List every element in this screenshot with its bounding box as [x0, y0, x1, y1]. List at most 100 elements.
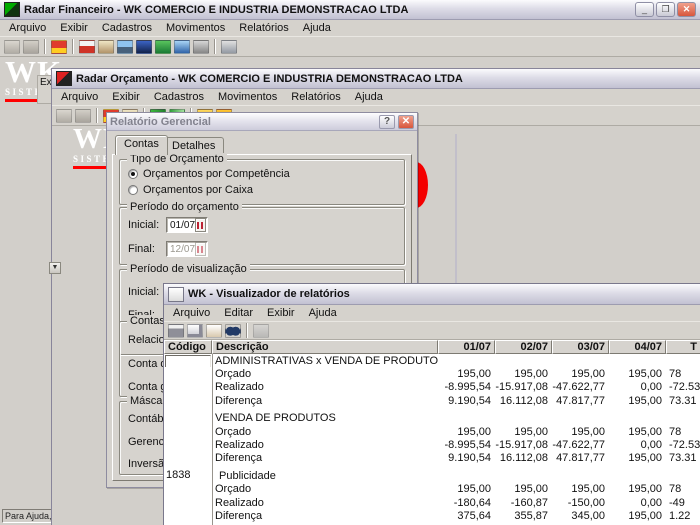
menu-ajuda[interactable]: Ajuda [296, 21, 338, 35]
table-row[interactable]: VENDA DE PRODUTOS [164, 412, 700, 425]
export-icon[interactable] [206, 324, 222, 338]
header-0207[interactable]: 02/07 [495, 340, 552, 354]
table-row[interactable]: Realizado-8.995,54-15.917,08-47.622,770,… [164, 381, 700, 394]
table-row[interactable]: Realizado-8.995,54-15.917,08-47.622,770,… [164, 438, 700, 451]
menu-cadastros[interactable]: Cadastros [147, 90, 211, 104]
table-row[interactable]: Realizado-180,64-160,87-150,000,00-49 [164, 496, 700, 509]
open-folder-icon[interactable] [56, 109, 72, 123]
logo-red-bar [73, 166, 109, 169]
value-cell: 195,00 [552, 368, 609, 380]
code-input-box[interactable] [165, 355, 211, 367]
close-button[interactable]: ✕ [677, 2, 696, 17]
restore-button[interactable]: ❐ [656, 2, 675, 17]
menu-ajuda[interactable]: Ajuda [302, 306, 344, 320]
description-cell: Realizado [212, 439, 438, 451]
value-cell: 195,00 [495, 483, 552, 495]
menu-relatrios[interactable]: Relatórios [232, 21, 296, 35]
database-icon[interactable] [193, 40, 209, 54]
menu-movimentos[interactable]: Movimentos [211, 90, 284, 104]
table-row[interactable]: Diferença9.190,5416.112,0847.817,77195,0… [164, 394, 700, 407]
radio-competencia[interactable]: Orçamentos por Competência [128, 168, 290, 180]
inicial-date-field[interactable]: 01/07 [166, 217, 208, 233]
calculator-icon[interactable] [221, 40, 237, 54]
preview-icon[interactable] [187, 324, 203, 338]
truck-icon[interactable] [51, 40, 67, 54]
group-periodo-orcamento: Período do orçamento Inicial: 01/07 Fina… [119, 207, 405, 265]
header-codigo[interactable]: Código [164, 340, 212, 354]
titlebar-radar-orcamento: Radar Orçamento - WK COMERCIO E INDUSTRI… [52, 69, 700, 89]
menu-cadastros[interactable]: Cadastros [95, 21, 159, 35]
description-cell: ADMINISTRATIVAS x VENDA DE PRODUTOS [212, 355, 438, 367]
radio-button-icon[interactable] [128, 185, 138, 195]
chart-icon[interactable] [253, 324, 269, 338]
menu-editar[interactable]: Editar [217, 306, 260, 320]
group-tipo-orcamento: Tipo de Orçamento Orçamentos por Competê… [119, 159, 405, 205]
clipboard-icon[interactable] [98, 40, 114, 54]
pen-icon[interactable] [174, 40, 190, 54]
disk-icon[interactable] [136, 40, 152, 54]
fragment-label: Ex [38, 77, 52, 88]
radio-label: Orçamentos por Caixa [143, 184, 253, 196]
value-cell: 9.190,54 [438, 452, 495, 464]
radio-button-icon[interactable] [128, 169, 138, 179]
code-cell [164, 452, 212, 465]
value-cell: 195,00 [495, 426, 552, 438]
code-cell [164, 354, 212, 367]
help-button[interactable]: ? [379, 115, 395, 129]
code-cell [164, 381, 212, 394]
table-row[interactable]: Orçado195,00195,00195,00195,0078 [164, 367, 700, 380]
description-cell: Orçado [212, 368, 438, 380]
computer-icon[interactable] [117, 40, 133, 54]
value-cell: 47.817,77 [552, 395, 609, 407]
value-cell: 195,00 [609, 426, 666, 438]
dialog-close-button[interactable]: ✕ [398, 115, 414, 129]
column-separator [212, 354, 213, 525]
table-row[interactable]: Diferença375,64355,87345,00195,001.22 [164, 509, 700, 522]
radio-caixa[interactable]: Orçamentos por Caixa [128, 184, 253, 196]
header-descricao[interactable]: Descrição [212, 340, 438, 354]
window-title: Radar Financeiro - WK COMERCIO E INDUSTR… [24, 4, 631, 16]
menu-arquivo[interactable]: Arquivo [54, 90, 105, 104]
table-row[interactable]: Diferença9.190,5416.112,0847.817,77195,0… [164, 452, 700, 465]
table-row[interactable]: Orçado195,00195,00195,00195,0078 [164, 483, 700, 496]
menu-ajuda[interactable]: Ajuda [348, 90, 390, 104]
search-icon[interactable] [225, 324, 241, 338]
header-0107[interactable]: 01/07 [438, 340, 495, 354]
open-folder-icon[interactable] [4, 40, 20, 54]
menu-movimentos[interactable]: Movimentos [159, 21, 232, 35]
toolbar-separator [96, 108, 98, 123]
menu-arquivo[interactable]: Arquivo [166, 306, 217, 320]
value-cell: 0,00 [609, 381, 666, 393]
calendar-icon[interactable] [195, 218, 206, 232]
menu-relatrios[interactable]: Relatórios [284, 90, 348, 104]
minimize-button[interactable]: _ [635, 2, 654, 17]
value-cell: -47.622,77 [552, 439, 609, 451]
dropdown-arrow-fragment[interactable]: ▼ [49, 262, 61, 274]
value-cell: 355,87 [495, 510, 552, 522]
folder-icon[interactable] [23, 40, 39, 54]
code-cell [164, 483, 212, 496]
value-cell: 195,00 [609, 510, 666, 522]
menu-exibir[interactable]: Exibir [53, 21, 95, 35]
tab-contas[interactable]: Contas [115, 135, 168, 155]
value-cell: -8.995,54 [438, 381, 495, 393]
table-row[interactable]: 1838Publicidade [164, 469, 700, 482]
folder-icon[interactable] [75, 109, 91, 123]
print-icon[interactable] [168, 324, 184, 338]
inicial-label: Inicial: [128, 219, 158, 231]
table-row[interactable]: Orçado195,00195,00195,00195,0078 [164, 425, 700, 438]
value-cell: 78 [666, 426, 700, 438]
table-row[interactable]: ADMINISTRATIVAS x VENDA DE PRODUTOS [164, 354, 700, 367]
menu-exibir[interactable]: Exibir [260, 306, 302, 320]
titlebar-radar-financeiro: Radar Financeiro - WK COMERCIO E INDUSTR… [0, 0, 700, 20]
header-total[interactable]: T [666, 340, 700, 354]
header-0307[interactable]: 03/07 [552, 340, 609, 354]
safe-icon[interactable] [79, 40, 95, 54]
menu-arquivo[interactable]: Arquivo [2, 21, 53, 35]
header-0407[interactable]: 04/07 [609, 340, 666, 354]
radio-label: Orçamentos por Competência [143, 168, 290, 180]
value-cell: -47.622,77 [552, 381, 609, 393]
conta-debito-label: Conta d [128, 358, 167, 370]
money-icon[interactable] [155, 40, 171, 54]
menu-exibir[interactable]: Exibir [105, 90, 147, 104]
